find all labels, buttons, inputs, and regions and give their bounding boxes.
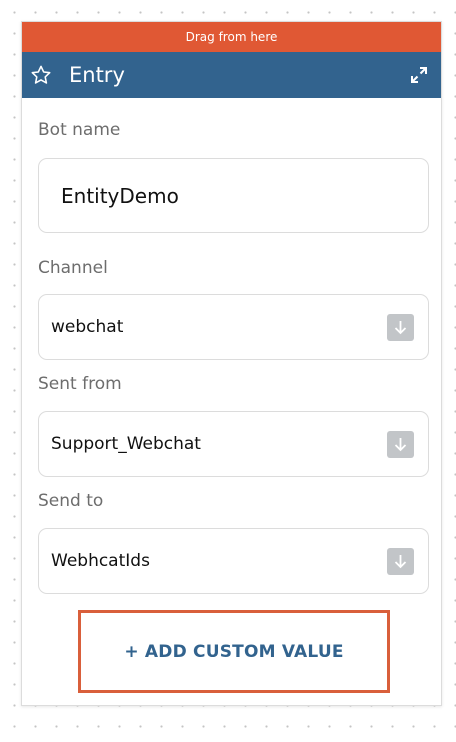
node-header: Entry: [22, 52, 441, 98]
arrow-down-icon[interactable]: [387, 314, 414, 341]
send-to-value: WebhcatIds: [51, 551, 150, 571]
sent-from-select[interactable]: Support_Webchat: [38, 411, 429, 477]
arrow-down-icon[interactable]: [387, 431, 414, 458]
add-custom-value-button[interactable]: + ADD CUSTOM VALUE: [78, 610, 390, 693]
entry-node: Drag from here Entry Bot name EntityDemo…: [21, 21, 442, 706]
sent-from-value: Support_Webchat: [51, 434, 201, 454]
node-title: Entry: [69, 63, 125, 87]
send-to-label: Send to: [38, 491, 104, 511]
send-to-select[interactable]: WebhcatIds: [38, 528, 429, 594]
channel-select[interactable]: webchat: [38, 294, 429, 360]
bot-name-label: Bot name: [38, 120, 121, 140]
sent-from-label: Sent from: [38, 374, 122, 394]
drag-handle[interactable]: Drag from here: [22, 22, 441, 52]
bot-name-value: EntityDemo: [61, 183, 179, 208]
expand-icon[interactable]: [409, 65, 429, 85]
channel-value: webchat: [51, 317, 124, 337]
channel-label: Channel: [38, 258, 108, 278]
star-icon[interactable]: [30, 64, 52, 86]
drag-handle-label: Drag from here: [185, 30, 278, 44]
bot-name-input[interactable]: EntityDemo: [38, 158, 429, 233]
arrow-down-icon[interactable]: [387, 548, 414, 575]
add-custom-value-label: + ADD CUSTOM VALUE: [124, 641, 344, 662]
